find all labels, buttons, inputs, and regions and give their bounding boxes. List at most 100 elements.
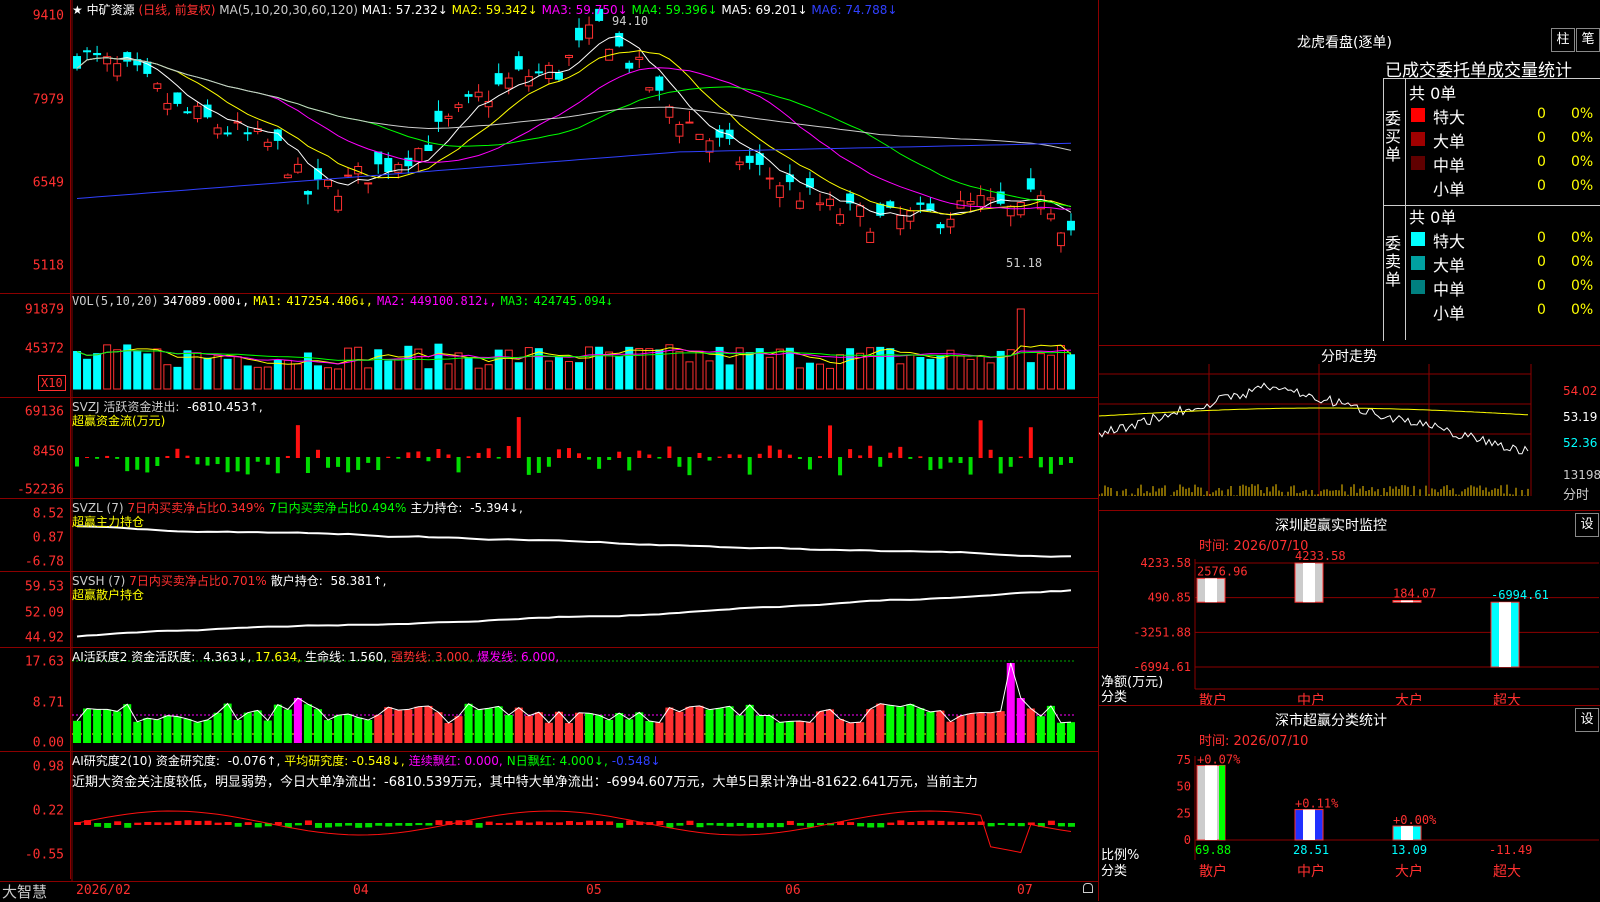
activity-bar [163, 715, 172, 743]
svzj-header-segment: -6810.453↑, [187, 400, 263, 414]
volume-bar [956, 355, 965, 390]
activity-bar [143, 718, 152, 743]
bar-value-label: 13.09 [1391, 843, 1427, 857]
research-bar [887, 822, 895, 825]
candle [153, 83, 162, 89]
order-percent: 0% [1571, 106, 1594, 122]
date-axis: 大智慧 2026/02 04 05 06 07 [0, 881, 1098, 901]
order-percent: 0% [1571, 130, 1594, 146]
candle [113, 63, 122, 77]
research-bar [475, 823, 483, 828]
sz-monitor-chart[interactable]: 4233.58 490.85 -3251.88 -6994.61 2576.96 散户 42… [1099, 511, 1600, 706]
intraday-price-line [1099, 382, 1529, 455]
flow-bar [205, 457, 210, 466]
research-bar [907, 822, 915, 825]
sz-monitor-panel[interactable]: 深圳超赢实时监控 设 时间: 2026/07/10 4233.58 490.85-… [1098, 510, 1600, 706]
activity-bar [585, 713, 594, 743]
candle [575, 27, 584, 41]
tick-mode-button[interactable]: 笔 [1576, 28, 1600, 52]
candle [826, 198, 835, 207]
intraday-panel[interactable]: 分时走势 54.02 53.19 52.36 131986 分时 [1098, 345, 1600, 511]
activity-bar [1016, 698, 1025, 743]
volume-bar [414, 348, 423, 390]
volume-bar [404, 345, 413, 390]
ma6-line [76, 142, 1071, 199]
candle [564, 54, 573, 58]
activity-bar [263, 720, 272, 743]
volume-bar [986, 362, 995, 390]
lock-icon[interactable] [1083, 883, 1093, 893]
order-count: 0 [1537, 130, 1546, 146]
activity-bar [1026, 708, 1035, 743]
research-bar [154, 822, 162, 825]
ai-active-pane[interactable]: 17.63 8.71 0.00 AI活跃度2 资金活跃度: 4.363↓, 17.… [0, 647, 1098, 752]
bar-mode-button[interactable]: 柱 [1551, 28, 1575, 52]
flow-bar [1028, 427, 1033, 458]
kline-canvas[interactable] [0, 0, 1098, 293]
candle [1066, 220, 1075, 231]
volume-bar [836, 354, 845, 390]
research-bar [194, 820, 202, 825]
candle [504, 77, 513, 89]
volume-bar [354, 346, 363, 390]
volume-header-segment: 417254.406↓, [286, 294, 374, 308]
volume-bar [464, 357, 473, 390]
research-bar [325, 823, 333, 828]
activity-bar [514, 707, 523, 743]
research-bar [144, 821, 152, 825]
candle [936, 224, 945, 229]
activity-bar [484, 708, 493, 743]
research-bar [766, 823, 774, 828]
bar-highlight [1401, 826, 1413, 840]
volume-bar [936, 355, 945, 390]
svsh-pane[interactable]: 59.53 52.09 44.92 SVSH (7) 7日内买卖净占比0.701%… [0, 571, 1098, 648]
intraday-canvas[interactable] [1099, 346, 1600, 511]
bar-value-label: 28.51 [1293, 843, 1329, 857]
flow-bar [145, 457, 150, 473]
candle [344, 174, 353, 177]
research-bar [696, 823, 704, 828]
flow-bar [566, 448, 571, 458]
volume-canvas[interactable] [0, 293, 1098, 397]
order-type-label: 特大 [1433, 232, 1466, 251]
flow-bar [637, 450, 642, 458]
ai-research-pane[interactable]: 0.98 0.22 -0.55 AI研究度2(10) 资金研究度: -0.076… [0, 751, 1098, 882]
activity-bar [153, 719, 162, 743]
ma4-line [76, 57, 1072, 207]
activity-bar [424, 705, 433, 743]
sz-class-panel[interactable]: 深市超赢分类统计 设 时间: 2026/07/10 75 50 25 0 +0.07% 6… [1098, 705, 1600, 901]
candle [685, 121, 694, 124]
volume-bar [203, 357, 212, 390]
svzl-pane[interactable]: 8.52 0.87 -6.78 SVZL (7) 7日内买卖净占比0.349% 7日… [0, 498, 1098, 572]
candle [303, 191, 312, 195]
volume-header: VOL(5,10,20) 347089.000↓, MA1: 417254.406↓,… [72, 294, 617, 308]
candle [444, 115, 453, 120]
star-icon[interactable]: ★ [72, 3, 83, 17]
volume-bar [293, 363, 302, 390]
volume-bar [755, 348, 764, 390]
category-label: 超大 [1493, 864, 1521, 880]
order-color-swatch [1411, 256, 1425, 270]
candle [324, 179, 333, 187]
sz-class-chart[interactable]: 75 50 25 0 +0.07% 69.88 散户 +0.11% 28.51 中户 +0.00% 1… [1099, 706, 1600, 901]
kline-pane[interactable]: 9410 7979 6549 5118 ★ 中矿资源 (日线, 前复权) MA(… [0, 0, 1098, 294]
category-label: 中户 [1297, 863, 1325, 880]
volume-bar [444, 363, 453, 390]
volume-pane[interactable]: 91879 45372 X10 VOL(5,10,20) 347089.000↓,… [0, 293, 1098, 398]
activity-bar [324, 720, 333, 743]
candle [93, 52, 102, 56]
volume-bar [775, 348, 784, 390]
category-label: 中户 [1297, 692, 1325, 706]
activity-bar [826, 709, 835, 743]
research-bar [94, 823, 102, 827]
flow-bar [406, 452, 411, 458]
stock-mode[interactable]: (日线, 前复权) [138, 3, 215, 17]
flow-bar [968, 457, 973, 475]
flow-bar [767, 445, 772, 458]
order-count: 0 [1537, 178, 1546, 194]
activity-bar [755, 715, 764, 743]
brand-logo: 大智慧 [2, 883, 48, 901]
research-bar [666, 823, 674, 828]
svzj-pane[interactable]: 69136 8450 -52236 SVZJ 活跃资金进出: -6810.453… [0, 397, 1098, 499]
research-bar [224, 822, 232, 825]
